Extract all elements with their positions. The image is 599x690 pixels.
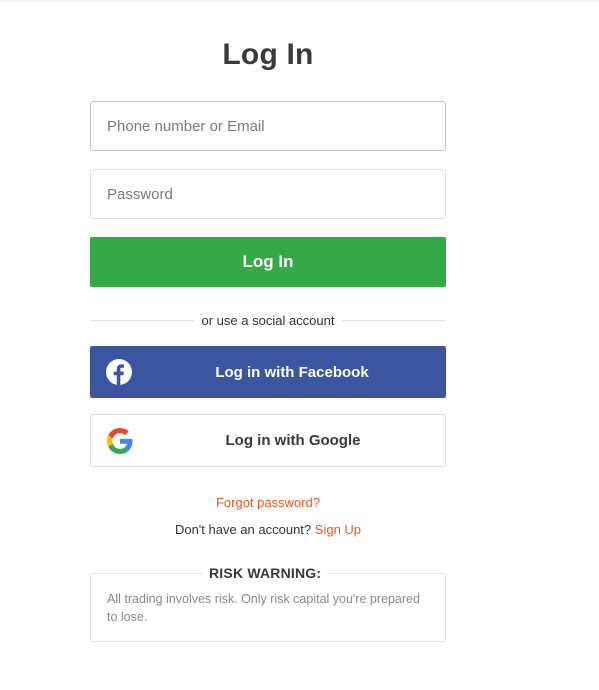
page-title: Log In [222, 38, 314, 71]
password-input[interactable] [90, 169, 446, 219]
google-icon [107, 428, 133, 454]
social-divider: or use a social account [90, 312, 446, 328]
risk-warning-title: RISK WARNING: [203, 565, 328, 581]
google-login-label: Log in with Google [225, 432, 361, 449]
google-login-button[interactable]: Log in with Google [90, 414, 446, 467]
forgot-password-link[interactable]: Forgot password? [90, 495, 446, 510]
top-bar [0, 0, 599, 2]
risk-warning-box: RISK WARNING: All trading involves risk.… [90, 565, 446, 642]
phone-email-input[interactable] [90, 101, 446, 151]
no-account-text: Don't have an account? [174, 522, 312, 537]
risk-warning-text: All trading involves risk. Only risk cap… [107, 592, 420, 624]
divider-text: or use a social account [201, 312, 335, 328]
login-button[interactable]: Log In [90, 237, 446, 287]
facebook-login-label: Log in with Facebook [215, 363, 369, 381]
divider-line-right [342, 319, 446, 321]
facebook-icon [106, 359, 132, 385]
signup-prompt: Don't have an account? Sign Up [90, 522, 446, 537]
sign-up-link[interactable]: Sign Up [315, 522, 361, 537]
login-button-label: Log In [242, 252, 294, 271]
facebook-login-button[interactable]: Log in with Facebook [90, 346, 446, 398]
divider-line-left [90, 319, 194, 321]
